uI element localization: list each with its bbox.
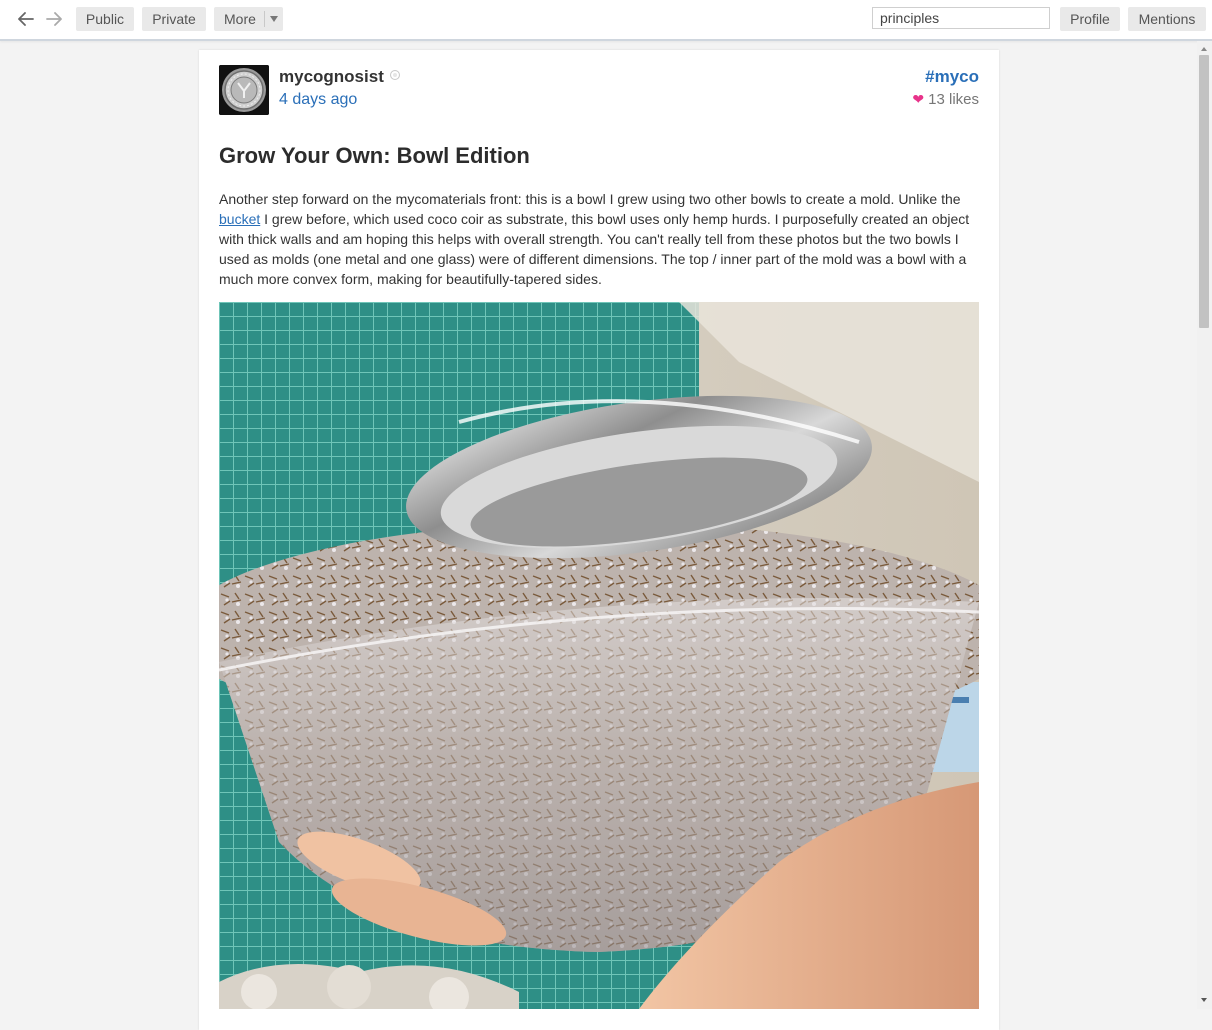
- post-body: Another step forward on the mycomaterial…: [219, 189, 979, 289]
- more-dropdown-button[interactable]: More: [214, 7, 283, 31]
- online-status-icon: [389, 70, 400, 80]
- chevron-down-icon[interactable]: [270, 16, 278, 22]
- channel-tag-link[interactable]: #myco: [925, 67, 979, 87]
- profile-button[interactable]: Profile: [1060, 7, 1120, 31]
- post-card: mycognosist 4 days ago #myco ❤ 13 likes G…: [199, 50, 999, 1030]
- likes-count[interactable]: ❤ 13 likes: [912, 91, 979, 108]
- back-arrow-icon[interactable]: [16, 9, 36, 29]
- author-name[interactable]: mycognosist: [279, 67, 400, 87]
- body-text-after-link: I grew before, which used coco coir as s…: [219, 211, 970, 287]
- mentions-button[interactable]: Mentions: [1128, 7, 1206, 31]
- forward-arrow-icon[interactable]: [44, 9, 64, 29]
- more-label: More: [224, 11, 256, 27]
- heart-icon[interactable]: ❤: [912, 91, 924, 107]
- public-button[interactable]: Public: [76, 7, 134, 31]
- scroll-down-arrow-icon[interactable]: [1201, 998, 1207, 1002]
- avatar[interactable]: [219, 65, 269, 115]
- body-text-before-link: Another step forward on the mycomaterial…: [219, 191, 961, 207]
- likes-label: 13 likes: [928, 91, 979, 108]
- more-separator: [264, 11, 265, 27]
- search-input[interactable]: [872, 7, 1050, 29]
- top-toolbar: Public Private More Profile Mentions: [0, 0, 1212, 41]
- post-photo: [219, 302, 979, 1009]
- vertical-scrollbar[interactable]: [1197, 41, 1212, 1009]
- post-timestamp-link[interactable]: 4 days ago: [279, 91, 357, 109]
- scroll-up-arrow-icon[interactable]: [1201, 47, 1207, 51]
- bucket-link[interactable]: bucket: [219, 211, 260, 227]
- post-title: Grow Your Own: Bowl Edition: [219, 143, 530, 168]
- scrollbar-thumb[interactable]: [1199, 55, 1209, 328]
- private-button[interactable]: Private: [142, 7, 206, 31]
- author-name-text[interactable]: mycognosist: [279, 67, 384, 86]
